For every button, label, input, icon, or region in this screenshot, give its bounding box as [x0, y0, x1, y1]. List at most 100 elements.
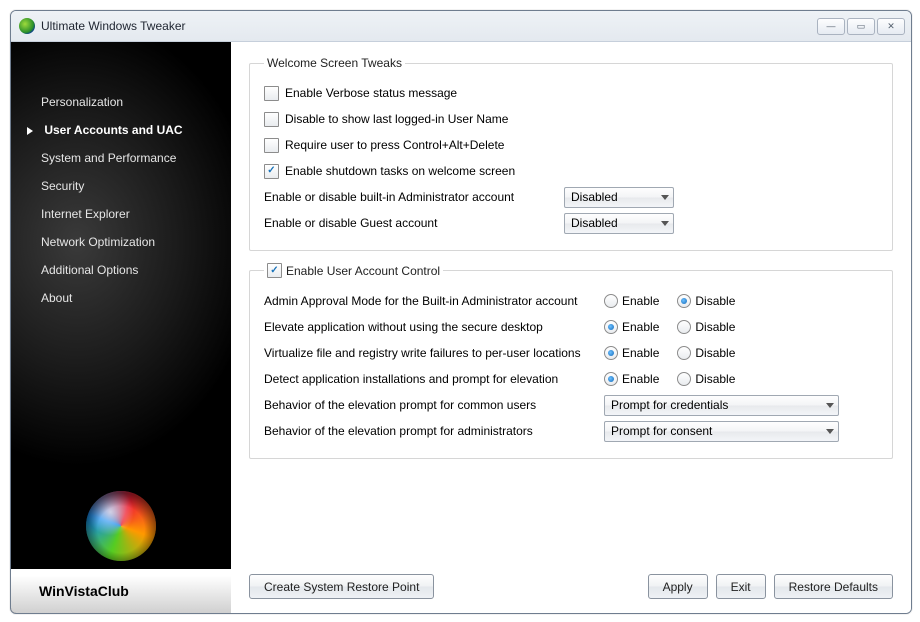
sidebar-logo — [11, 485, 231, 569]
radio-row: Admin Approval Mode for the Built-in Adm… — [264, 290, 878, 312]
setting-label: Detect application installations and pro… — [264, 372, 604, 386]
select-value: Prompt for credentials — [611, 398, 728, 412]
maximize-button[interactable]: ▭ — [847, 18, 875, 35]
titlebar: Ultimate Windows Tweaker — ▭ ✕ — [11, 11, 911, 42]
enable-uac-checkbox[interactable] — [267, 263, 282, 278]
button-label: Exit — [731, 580, 751, 594]
maximize-icon: ▭ — [857, 22, 866, 31]
create-restore-point-button[interactable]: Create System Restore Point — [249, 574, 434, 599]
legend-label: Enable User Account Control — [286, 264, 440, 278]
sidebar-item-user-accounts-uac[interactable]: User Accounts and UAC — [11, 116, 231, 144]
sidebar-item-label: Internet Explorer — [41, 207, 130, 221]
select-row: Behavior of the elevation prompt for com… — [264, 394, 878, 416]
radio-label: Enable — [622, 320, 659, 334]
radio-label: Disable — [695, 346, 735, 360]
setting-label: Admin Approval Mode for the Built-in Adm… — [264, 294, 604, 308]
admin-approval-disable-radio[interactable] — [677, 294, 691, 308]
radio-label: Disable — [695, 294, 735, 308]
common-users-prompt-select[interactable]: Prompt for credentials — [604, 395, 839, 416]
admin-approval-enable-radio[interactable] — [604, 294, 618, 308]
sidebar-item-system-performance[interactable]: System and Performance — [11, 144, 231, 172]
radio-label: Enable — [622, 294, 659, 308]
sidebar-item-personalization[interactable]: Personalization — [11, 88, 231, 116]
require-ctrl-alt-del-checkbox[interactable] — [264, 138, 279, 153]
setting-label: Enable or disable built-in Administrator… — [264, 190, 564, 204]
close-button[interactable]: ✕ — [877, 18, 905, 35]
radio-label: Enable — [622, 346, 659, 360]
radio-row: Elevate application without using the se… — [264, 316, 878, 338]
button-label: Create System Restore Point — [264, 580, 419, 594]
chevron-down-icon — [826, 403, 834, 408]
sidebar-item-network-optimization[interactable]: Network Optimization — [11, 228, 231, 256]
exit-button[interactable]: Exit — [716, 574, 766, 599]
close-icon: ✕ — [887, 22, 895, 31]
radio-row: Virtualize file and registry write failu… — [264, 342, 878, 364]
sidebar-item-label: Network Optimization — [41, 235, 155, 249]
window-title: Ultimate Windows Tweaker — [41, 19, 817, 33]
checkbox-row: Enable shutdown tasks on welcome screen — [264, 160, 878, 182]
guest-account-select[interactable]: Disabled — [564, 213, 674, 234]
sidebar-item-label: About — [41, 291, 72, 305]
admin-account-select[interactable]: Disabled — [564, 187, 674, 208]
main-panel: Welcome Screen Tweaks Enable Verbose sta… — [231, 42, 911, 613]
chevron-down-icon — [661, 221, 669, 226]
chevron-down-icon — [826, 429, 834, 434]
footer-bar: Create System Restore Point Apply Exit R… — [231, 564, 911, 613]
checkbox-label: Require user to press Control+Alt+Delete — [285, 138, 504, 152]
checkbox-row: Enable Verbose status message — [264, 82, 878, 104]
enable-shutdown-tasks-checkbox[interactable] — [264, 164, 279, 179]
app-icon — [19, 18, 35, 34]
select-value: Prompt for consent — [611, 424, 712, 438]
select-value: Disabled — [571, 216, 618, 230]
verbose-status-checkbox[interactable] — [264, 86, 279, 101]
virtualize-enable-radio[interactable] — [604, 346, 618, 360]
uac-group: Enable User Account Control Admin Approv… — [249, 263, 893, 459]
group-legend: Enable User Account Control — [264, 263, 443, 278]
radio-label: Enable — [622, 372, 659, 386]
chevron-down-icon — [661, 195, 669, 200]
detect-install-enable-radio[interactable] — [604, 372, 618, 386]
sidebar-item-security[interactable]: Security — [11, 172, 231, 200]
button-label: Apply — [663, 580, 693, 594]
sidebar-item-label: Additional Options — [41, 263, 138, 277]
setting-label: Elevate application without using the se… — [264, 320, 604, 334]
welcome-screen-tweaks-group: Welcome Screen Tweaks Enable Verbose sta… — [249, 56, 893, 251]
setting-label: Behavior of the elevation prompt for adm… — [264, 424, 604, 438]
elevate-secure-enable-radio[interactable] — [604, 320, 618, 334]
elevate-secure-disable-radio[interactable] — [677, 320, 691, 334]
radio-row: Detect application installations and pro… — [264, 368, 878, 390]
setting-label: Enable or disable Guest account — [264, 216, 564, 230]
checkbox-label: Enable shutdown tasks on welcome screen — [285, 164, 515, 178]
minimize-icon: — — [827, 22, 836, 31]
admin-prompt-select[interactable]: Prompt for consent — [604, 421, 839, 442]
radio-label: Disable — [695, 372, 735, 386]
minimize-button[interactable]: — — [817, 18, 845, 35]
sidebar-item-label: Personalization — [41, 95, 123, 109]
select-row: Enable or disable Guest account Disabled — [264, 212, 878, 234]
disable-last-user-checkbox[interactable] — [264, 112, 279, 127]
sidebar-item-label: System and Performance — [41, 151, 176, 165]
windows-orb-icon — [86, 491, 156, 561]
sidebar-item-label: User Accounts and UAC — [44, 123, 182, 137]
checkbox-row: Require user to press Control+Alt+Delete — [264, 134, 878, 156]
sidebar: Personalization User Accounts and UAC Sy… — [11, 42, 231, 613]
sidebar-item-about[interactable]: About — [11, 284, 231, 312]
checkbox-row: Disable to show last logged-in User Name — [264, 108, 878, 130]
select-value: Disabled — [571, 190, 618, 204]
setting-label: Behavior of the elevation prompt for com… — [264, 398, 604, 412]
restore-defaults-button[interactable]: Restore Defaults — [774, 574, 893, 599]
virtualize-disable-radio[interactable] — [677, 346, 691, 360]
button-label: Restore Defaults — [789, 580, 878, 594]
checkbox-label: Disable to show last logged-in User Name — [285, 112, 508, 126]
sidebar-item-label: Security — [41, 179, 84, 193]
window-controls: — ▭ ✕ — [817, 18, 905, 35]
detect-install-disable-radio[interactable] — [677, 372, 691, 386]
content-area: Welcome Screen Tweaks Enable Verbose sta… — [231, 42, 911, 564]
sidebar-item-internet-explorer[interactable]: Internet Explorer — [11, 200, 231, 228]
select-row: Enable or disable built-in Administrator… — [264, 186, 878, 208]
brand-label: WinVistaClub — [11, 569, 231, 613]
apply-button[interactable]: Apply — [648, 574, 708, 599]
group-legend: Welcome Screen Tweaks — [264, 56, 405, 70]
checkbox-label: Enable Verbose status message — [285, 86, 457, 100]
sidebar-item-additional-options[interactable]: Additional Options — [11, 256, 231, 284]
